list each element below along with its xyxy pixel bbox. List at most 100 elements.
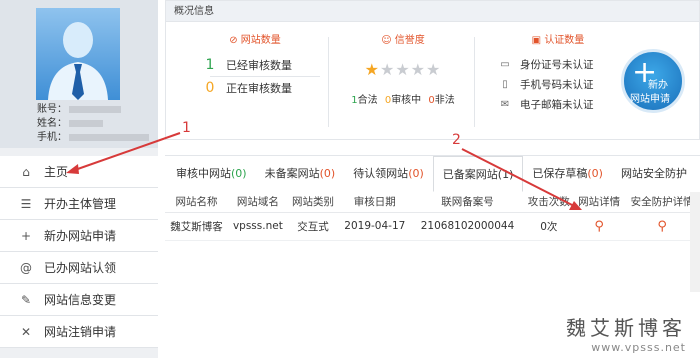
close-icon: ✕ <box>20 324 32 339</box>
divider <box>328 37 329 127</box>
tab-label: 待认领网站 <box>353 167 409 180</box>
sidebar-item-site-cancel[interactable]: ✕ 网站注销申请 <box>0 316 158 348</box>
col-record-number: 联网备案号 <box>411 192 524 213</box>
tab-count: (0) <box>408 167 424 180</box>
tab-filed[interactable]: 已备案网站(1) <box>432 156 524 192</box>
sidebar-item-label: 网站注销申请 <box>44 325 117 339</box>
reviewing-credit-label: 审核中 <box>391 95 422 106</box>
tab-reviewing[interactable]: 审核中网站(0) <box>167 156 256 192</box>
tab-unfiled[interactable]: 未备案网站(0) <box>256 156 345 192</box>
annotation-number-2: 2 <box>452 132 461 148</box>
col-site-details: 网站详情 <box>573 192 625 213</box>
star-icon: ★ <box>395 60 411 79</box>
cell-domain: vpsss.net <box>227 212 288 241</box>
sidebar-item-label: 网站信息变更 <box>44 293 117 307</box>
name-value-redacted <box>69 119 103 127</box>
cell-attack-count: 0次 <box>523 212 574 241</box>
col-site-name: 网站名称 <box>165 192 228 213</box>
tab-label: 未备案网站 <box>264 167 320 180</box>
annotation-number-1: 1 <box>182 120 191 136</box>
col-domain: 网站域名 <box>227 192 288 213</box>
auth-label: 手机号码未认证 <box>520 78 594 91</box>
credit-heading-text: 信誉度 <box>394 35 425 46</box>
col-security-details: 安全防护详情 <box>624 192 700 213</box>
auth-heading-text: 认证数量 <box>544 35 585 46</box>
illegal-label: 非法 <box>434 95 455 106</box>
auth-row-phone[interactable]: ▯ 手机号码未认证 <box>498 74 618 94</box>
table-row: 魏艾斯博客 vpsss.net 交互式 2019-04-17 210681020… <box>165 212 700 241</box>
at-icon: @ <box>20 260 32 275</box>
sidebar-item-home[interactable]: ⌂ 主页 <box>0 156 158 188</box>
magnifier-icon[interactable]: ⚲ <box>657 219 667 234</box>
reviewed-count-row: 1 已经审核数量 <box>200 54 310 76</box>
compass-icon: ⊘ <box>229 35 241 46</box>
tab-label: 已保存草稿 <box>532 167 588 180</box>
cell-security-details: ⚲ <box>624 212 700 241</box>
tab-security[interactable]: 网站安全防护 <box>612 156 696 192</box>
credit-heading: ☺ 信誉度 <box>338 31 468 46</box>
col-category: 网站类别 <box>287 192 339 213</box>
reviewing-count: 0 <box>205 80 215 96</box>
tab-label: 网站安全防护 <box>620 167 687 180</box>
tab-count: (0) <box>319 167 336 180</box>
cell-site-details: ⚲ <box>573 212 625 241</box>
site-table: 网站名称 网站域名 网站类别 审核日期 联网备案号 攻击次数 网站详情 安全防护… <box>165 192 700 241</box>
star-icon: ★ <box>379 60 396 79</box>
reviewing-label: 正在审核数量 <box>226 82 292 95</box>
overview-title: 概况信息 <box>166 1 699 22</box>
new-site-button[interactable]: + 新办 网站申请 <box>621 49 685 113</box>
users-icon: ☺ <box>381 35 395 46</box>
tab-bar: 审核中网站(0) 未备案网站(0) 待认领网站(0) 已备案网站(1) 已保存草… <box>165 156 700 192</box>
profile-phone: 手机： <box>37 128 149 143</box>
tab-count: (0) <box>231 167 247 180</box>
avatar <box>36 8 120 100</box>
new-site-button-line1: 新办 <box>648 80 668 91</box>
sidebar-item-entity-management[interactable]: ☰ 开办主体管理 <box>0 188 158 220</box>
profile-name: 姓名： <box>37 114 103 129</box>
auth-label: 电子邮箱未认证 <box>520 98 594 111</box>
credit-section: ☺ 信誉度 ★★★★★ 1合法 0审核中 0非法 <box>338 31 468 106</box>
tab-label: 审核中网站 <box>176 167 231 180</box>
phone-value-redacted <box>69 133 149 141</box>
col-review-date: 审核日期 <box>338 192 412 213</box>
cell-category: 交互式 <box>287 212 339 241</box>
divider <box>474 37 475 127</box>
profile-card: 账号： 姓名： 手机： <box>0 0 158 148</box>
home-icon: ⌂ <box>22 164 30 179</box>
cell-site-name: 魏艾斯博客 <box>165 212 228 241</box>
tab-pending-claim[interactable]: 待认领网站(0) <box>344 156 433 192</box>
site-count-section: ⊘ 网站数量 1 已经审核数量 0 正在审核数量 <box>200 31 320 99</box>
auth-heading: ▣ 认证数量 <box>498 31 618 46</box>
magnifier-icon[interactable]: ⚲ <box>594 219 604 234</box>
legal-label: 合法 <box>357 95 378 106</box>
star-icon: ★ <box>426 60 442 79</box>
credit-stats: 1合法 0审核中 0非法 <box>338 91 468 106</box>
table-header-row: 网站名称 网站域名 网站类别 审核日期 联网备案号 攻击次数 网站详情 安全防护… <box>165 192 700 213</box>
id-card-icon: ▭ <box>500 58 510 70</box>
sidebar-item-site-change[interactable]: ✎ 网站信息变更 <box>0 284 158 316</box>
vertical-scrollbar[interactable] <box>690 192 700 292</box>
tab-drafts[interactable]: 已保存草稿(0) <box>523 156 612 192</box>
phone-icon: ▯ <box>502 78 508 90</box>
star-icon: ★ <box>364 60 380 79</box>
star-icon: ★ <box>410 60 427 79</box>
sidebar-item-new-site[interactable]: + 新办网站申请 <box>0 220 158 252</box>
watermark-cn: 魏艾斯博客 <box>566 316 686 340</box>
account-value-redacted <box>69 105 121 113</box>
tab-count: (0) <box>587 167 603 180</box>
sidebar-item-label: 已办网站认领 <box>44 261 117 275</box>
edit-icon: ✎ <box>20 292 32 307</box>
sidebar-item-claim-site[interactable]: @ 已办网站认领 <box>0 252 158 284</box>
sidebar-item-label: 新办网站申请 <box>44 229 117 243</box>
reviewed-count: 1 <box>205 57 215 73</box>
certificate-icon: ▣ <box>531 35 545 46</box>
sidebar-nav: ⌂ 主页 ☰ 开办主体管理 + 新办网站申请 @ 已办网站认领 ✎ 网站信息变更… <box>0 156 158 348</box>
auth-row-id[interactable]: ▭ 身份证号未认证 <box>498 54 618 74</box>
auth-row-email[interactable]: ✉ 电子邮箱未认证 <box>498 94 618 114</box>
sidebar-item-label: 开办主体管理 <box>44 197 117 211</box>
profile-account: 账号： <box>37 100 121 115</box>
watermark-en: www.vpsss.net <box>591 341 686 354</box>
star-rating: ★★★★★ <box>338 60 468 79</box>
overview-panel: 概况信息 ⊘ 网站数量 1 已经审核数量 0 正在审核数量 ☺ 信誉度 ★★★★… <box>165 0 700 140</box>
new-site-button-line2: 网站申请 <box>630 94 670 105</box>
